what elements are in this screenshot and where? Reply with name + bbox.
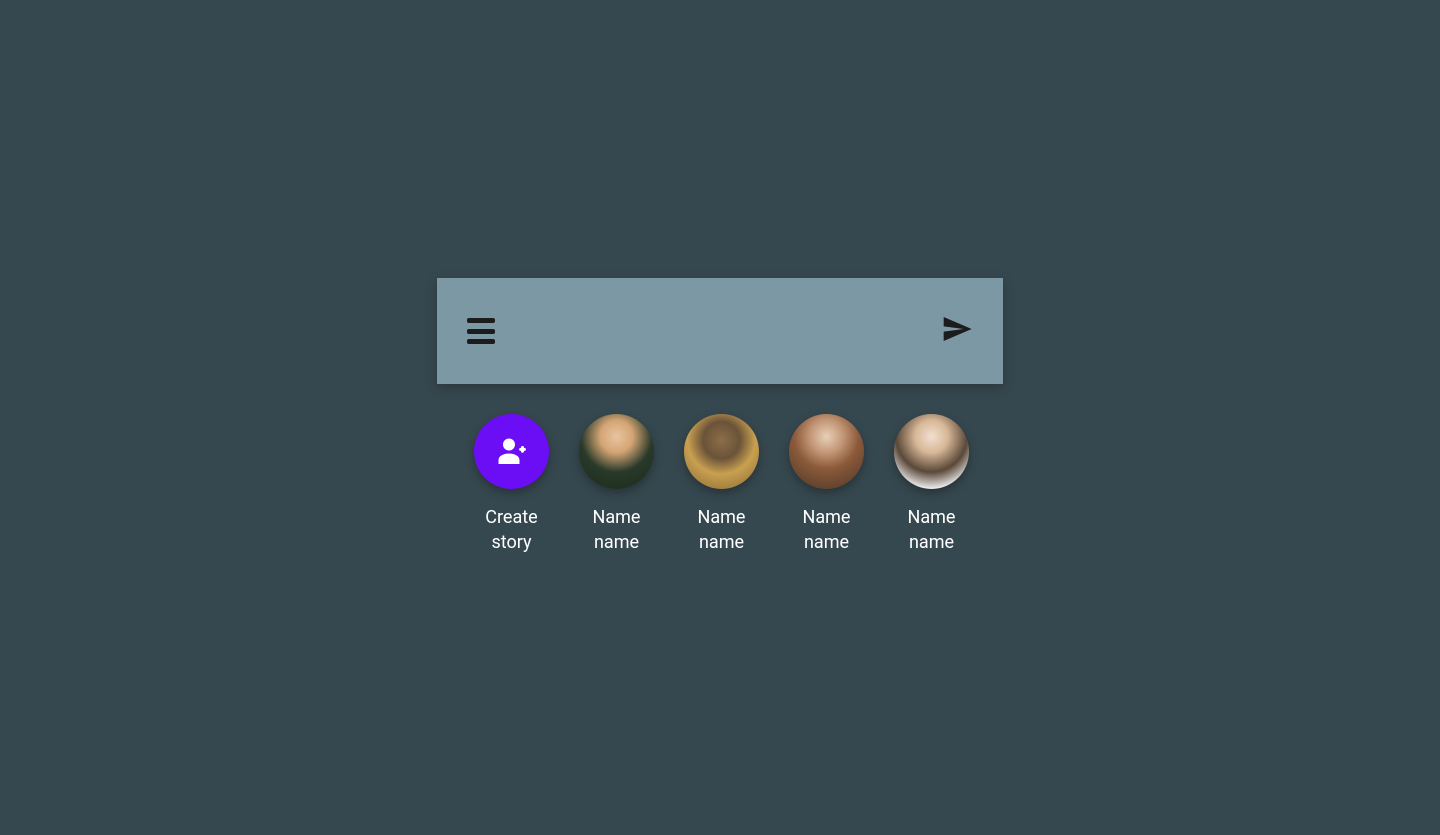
story-item-label: Name name: [803, 505, 851, 555]
create-story-label: Create story: [485, 505, 537, 555]
story-item[interactable]: Name name: [789, 414, 864, 555]
stories-row: Create story Name name Name name Name na…: [437, 414, 1003, 555]
paper-plane-icon: [941, 313, 973, 349]
story-item-label: Name name: [593, 505, 641, 555]
header-bar: [437, 278, 1003, 384]
create-story-button[interactable]: Create story: [474, 414, 549, 555]
send-button[interactable]: [941, 313, 973, 349]
story-item[interactable]: Name name: [894, 414, 969, 555]
user-plus-icon: [494, 434, 530, 470]
avatar: [789, 414, 864, 489]
story-item[interactable]: Name name: [684, 414, 759, 555]
story-item[interactable]: Name name: [579, 414, 654, 555]
avatar: [579, 414, 654, 489]
story-item-label: Name name: [698, 505, 746, 555]
story-item-label: Name name: [908, 505, 956, 555]
avatar: [684, 414, 759, 489]
menu-button[interactable]: [467, 318, 495, 344]
avatar: [894, 414, 969, 489]
hamburger-icon: [467, 318, 495, 344]
create-story-circle: [474, 414, 549, 489]
